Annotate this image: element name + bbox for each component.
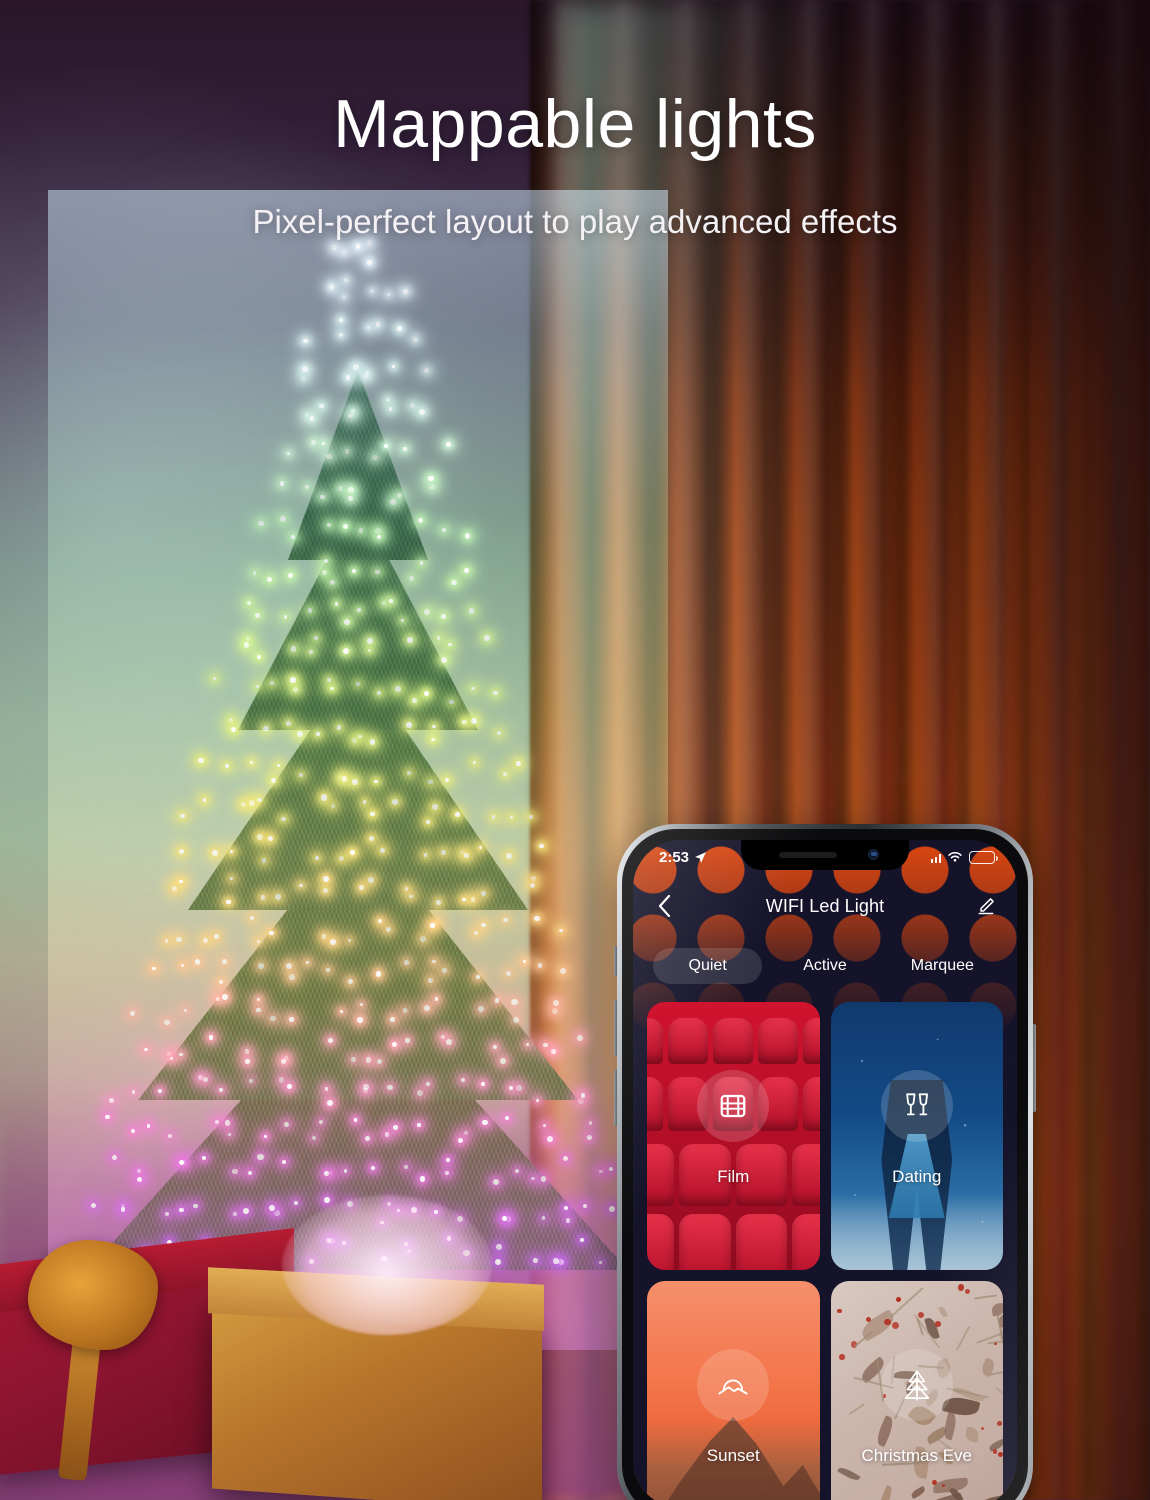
scene-label: Film (717, 1167, 750, 1186)
back-chevron-icon[interactable] (651, 895, 677, 917)
theater-seat-row (647, 1018, 820, 1065)
botanical-leaf (964, 1426, 980, 1443)
holly-berry (957, 1284, 965, 1291)
scene-label: Sunset (706, 1446, 760, 1465)
tab-quiet[interactable]: Quiet (653, 948, 763, 984)
phone-screen: 2:53 WIFI Led Light Quiet Active Marquee… (633, 840, 1017, 1500)
scene-card-sunset[interactable]: Sunset (647, 1281, 820, 1500)
holly-berry (964, 1288, 971, 1295)
page-subtitle: Pixel-perfect layout to play advanced ef… (252, 203, 898, 240)
pine-tree-icon (880, 1349, 953, 1421)
scene-label: Christmas Eve (861, 1446, 973, 1465)
app-header: WIFI Led Light (633, 884, 1017, 928)
mode-tabs: Quiet Active Marquee (633, 948, 1017, 984)
location-arrow-icon (695, 851, 706, 863)
botanical-leaf (938, 1305, 949, 1318)
holly-berry (996, 1421, 1002, 1427)
pine-sprig (995, 1386, 1003, 1411)
holly-berry (837, 1308, 842, 1314)
tab-marquee[interactable]: Marquee (888, 948, 997, 984)
scene-card-christmas-eve[interactable]: Christmas Eve (830, 1281, 1003, 1500)
holly-berry (941, 1483, 946, 1487)
christmas-tree (48, 190, 668, 1370)
holly-berry (892, 1322, 900, 1329)
botanical-leaf (836, 1465, 861, 1484)
status-bar: 2:53 (633, 840, 1017, 870)
gift-tulle-bow (282, 1195, 492, 1335)
sunrise-mountain-icon (697, 1349, 770, 1421)
phone-mockup: 2:53 WIFI Led Light Quiet Active Marquee… (614, 824, 1036, 1500)
wifi-icon (948, 851, 962, 862)
botanical-leaf (874, 1415, 897, 1448)
pine-sprig (955, 1325, 970, 1350)
scene-card-film[interactable]: Film (647, 1002, 820, 1270)
scene-label: Dating (892, 1167, 942, 1186)
scene-card-grid: Film Dating Sunset Christmas Eve (633, 1002, 1017, 1500)
battery-icon (969, 850, 998, 864)
holly-berry (980, 1426, 984, 1430)
holly-berry (883, 1318, 891, 1326)
botanical-leaf (975, 1494, 1003, 1500)
phone-bezel: 2:53 WIFI Led Light Quiet Active Marquee… (622, 829, 1028, 1500)
pine-sprig (987, 1339, 1003, 1345)
holly-berry (896, 1297, 902, 1303)
botanical-leaf (876, 1484, 894, 1500)
page-title: Mappable lights (333, 86, 817, 162)
pencil-edit-icon[interactable] (973, 896, 999, 916)
promo-scene: Mappable lights Pixel-perfect layout to … (0, 0, 1150, 1500)
pine-sprig (849, 1403, 866, 1416)
botanical-leaf (910, 1485, 927, 1499)
holly-berry (865, 1316, 871, 1323)
status-bar-left: 2:53 (659, 849, 707, 866)
champagne-glasses-icon (880, 1070, 953, 1142)
holly-berry (839, 1354, 845, 1360)
theater-seat-row (647, 1213, 820, 1270)
holly-berry (935, 1321, 941, 1327)
botanical-leaf (932, 1477, 970, 1494)
cellular-signal-icon (930, 852, 941, 863)
botanical-leaf (926, 1492, 964, 1500)
status-bar-right (930, 850, 998, 864)
film-strip-icon (697, 1070, 770, 1142)
status-time: 2:53 (659, 848, 690, 866)
botanical-leaf (942, 1412, 959, 1441)
holly-berry (932, 1479, 938, 1485)
scene-card-dating[interactable]: Dating (830, 1002, 1003, 1270)
tree-branch-layer (288, 370, 428, 560)
tab-active[interactable]: Active (770, 948, 879, 984)
phone-frame: 2:53 WIFI Led Light Quiet Active Marquee… (617, 824, 1033, 1500)
app-title: WIFI Led Light (765, 895, 885, 916)
gift-bow-gold (28, 1240, 158, 1350)
pine-sprig (974, 1294, 998, 1300)
